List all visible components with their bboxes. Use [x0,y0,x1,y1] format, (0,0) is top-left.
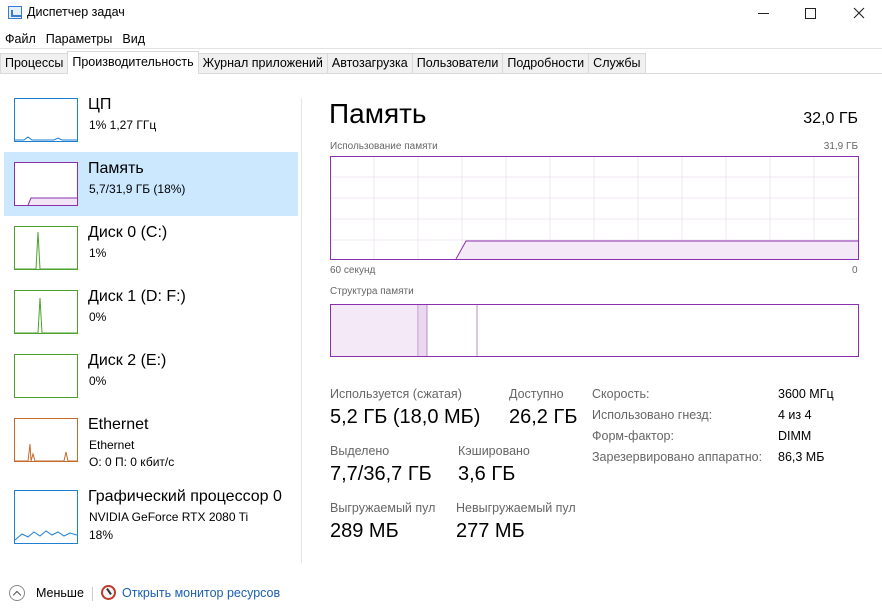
memory-structure-bar [330,304,859,357]
tab-strip: Процессы Производительность Журнал прило… [0,51,646,74]
gpu-thumbnail [14,490,78,544]
sidebar-item-detail: NVIDIA GeForce RTX 2080 Ti [89,510,249,524]
cached-value: 3,6 ГБ [458,463,516,485]
paged-pool-value: 289 МБ [330,520,399,542]
committed-value: 7,7/36,7 ГБ [330,463,432,485]
resource-list: ЦП 1% 1,27 ГГц Память 5,7/31,9 ГБ (18%) … [0,88,300,568]
minimize-icon [757,12,769,14]
tab-performance[interactable]: Производительность [67,51,199,74]
usage-graph-caption: Использование памяти [330,141,438,152]
memory-total: 32,0 ГБ [803,110,858,127]
sidebar-item-detail: Ethernet [89,438,135,452]
sidebar-item-name: Диск 2 (E:) [88,352,167,369]
tab-details[interactable]: Подробности [502,53,590,74]
task-manager-icon [8,6,22,19]
sidebar-item-name: Ethernet [88,416,149,433]
sidebar-item-name: Диск 1 (D: F:) [88,288,186,305]
in-use-value: 5,2 ГБ (18,0 МБ) [330,406,481,428]
tab-processes[interactable]: Процессы [0,53,69,74]
sidebar-item-disk-0[interactable]: Диск 0 (C:) 1% [4,216,298,280]
disk-0-thumbnail [14,226,78,270]
usage-graph-max: 31,9 ГБ [823,141,858,152]
maximize-button[interactable] [787,0,833,26]
sidebar-item-utilization: 18% [89,528,114,542]
window-title: Диспетчер задач [27,5,125,19]
sidebar-item-detail: 0% [89,310,107,324]
committed-label: Выделено [330,444,390,458]
sidebar-item-name: Графический процессор 0 [88,488,282,505]
sidebar-item-cpu[interactable]: ЦП 1% 1,27 ГГц [4,88,298,152]
available-value: 26,2 ГБ [509,406,578,428]
tab-services[interactable]: Службы [588,53,646,74]
ethernet-thumbnail [14,418,78,462]
sidebar-item-name: Диск 0 (C:) [88,224,168,241]
graph-time-left: 60 секунд [330,265,376,276]
speed-label: Скорость: [592,387,650,401]
menu-view[interactable]: Вид [117,30,150,48]
maximize-icon [804,7,816,19]
chevron-up-icon[interactable] [9,585,25,601]
page-title: Память [329,98,427,129]
open-resource-monitor-link[interactable]: Открыть монитор ресурсов [122,586,280,600]
slots-used-label: Использовано гнезд: [592,408,713,422]
menu-bar: Файл Параметры Вид [0,30,150,48]
hardware-reserved-label: Зарезервировано аппаратно: [592,450,763,464]
memory-thumbnail [14,162,78,206]
disk-1-thumbnail [14,290,78,334]
form-factor-value: DIMM [778,429,812,443]
close-icon [853,7,865,19]
pane-divider [301,98,302,563]
sidebar-item-disk-1[interactable]: Диск 1 (D: F:) 0% [4,280,298,344]
menu-divider [0,48,882,49]
form-factor-label: Форм-фактор: [592,429,674,443]
sidebar-item-name: ЦП [88,96,112,113]
sidebar-item-name: Память [88,160,144,177]
paged-pool-label: Выгружаемый пул [330,501,436,515]
nonpaged-pool-value: 277 МБ [456,520,525,542]
title-bar: Диспетчер задач [0,0,882,26]
minimize-button[interactable] [740,0,786,26]
graph-time-right: 0 [852,265,858,276]
menu-options[interactable]: Параметры [41,30,118,48]
speed-value: 3600 МГц [778,387,834,401]
nonpaged-pool-label: Невыгружаемый пул [456,501,576,515]
hardware-reserved-value: 86,3 МБ [778,450,825,464]
sidebar-item-detail: 5,7/31,9 ГБ (18%) [89,182,186,196]
sidebar-item-detail: 0% [89,374,107,388]
menu-file[interactable]: Файл [0,30,41,48]
cpu-thumbnail [14,98,78,142]
sidebar-item-disk-2[interactable]: Диск 2 (E:) 0% [4,344,298,408]
cached-label: Кэшировано [458,444,530,458]
sidebar-item-detail: 1% 1,27 ГГц [89,118,157,132]
sidebar-item-detail: 1% [89,246,107,260]
resource-monitor-icon[interactable] [101,585,116,600]
close-button[interactable] [836,0,882,26]
sidebar-item-ethernet[interactable]: Ethernet Ethernet О: 0 П: 0 кбит/с [4,408,298,472]
sidebar-item-memory[interactable]: Память 5,7/31,9 ГБ (18%) [4,152,298,216]
sidebar-item-gpu[interactable]: Графический процессор 0 NVIDIA GeForce R… [4,480,298,544]
sidebar-item-throughput: О: 0 П: 0 кбит/с [89,455,175,469]
memory-usage-graph [330,156,859,260]
tab-users[interactable]: Пользователи [411,53,504,74]
slots-used-value: 4 из 4 [778,408,812,422]
disk-2-thumbnail [14,354,78,398]
tab-startup[interactable]: Автозагрузка [326,53,413,74]
footer-divider [92,587,93,601]
in-use-label: Используется (сжатая) [330,387,462,401]
available-label: Доступно [509,387,564,401]
fewer-details-button[interactable]: Меньше [36,586,84,600]
tab-app-history[interactable]: Журнал приложений [197,53,328,74]
footer-bar: Меньше Открыть монитор ресурсов [0,580,882,608]
structure-caption: Структура памяти [330,286,414,297]
